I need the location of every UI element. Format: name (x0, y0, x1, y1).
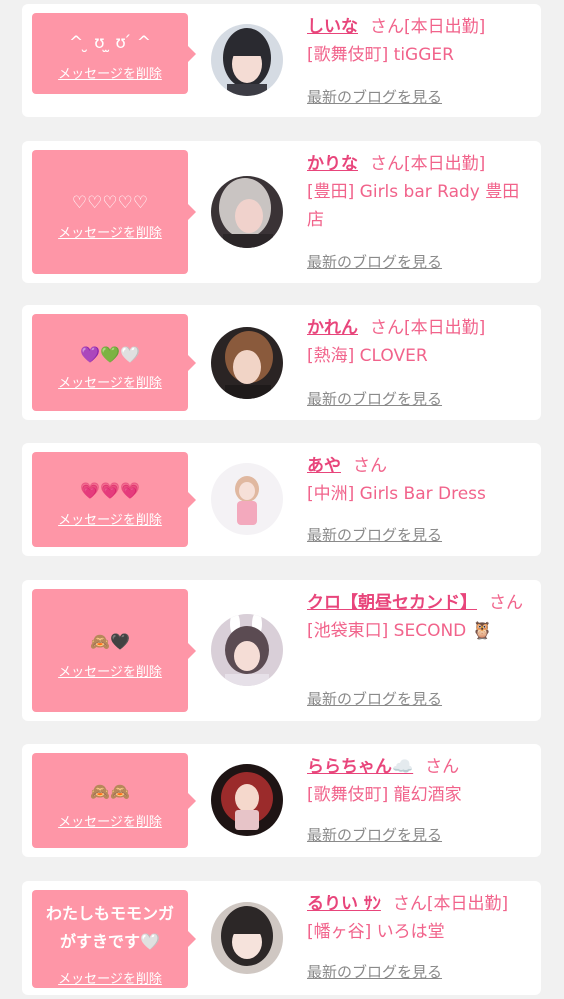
message-text: 🙈🙈 (90, 782, 130, 801)
message-text: ^ ̮ ʊ ̫ ʊ ́ ^ (69, 33, 151, 53)
avatar[interactable] (211, 176, 283, 248)
latest-blog-link[interactable]: 最新のブログを見る (307, 961, 442, 982)
delete-message-link[interactable]: メッセージを削除 (32, 661, 188, 680)
cast-name-link[interactable]: かれん (307, 318, 358, 338)
status-label: [本日出勤] (426, 894, 509, 914)
delete-message-link[interactable]: メッセージを削除 (32, 811, 188, 830)
shop-name: CLOVER (359, 346, 428, 366)
message-bubble: 💜💚🤍 メッセージを削除 (32, 314, 196, 411)
area-label: [池袋東口] (307, 621, 389, 641)
honorific: さん (370, 17, 404, 37)
status-label: [本日出勤] (404, 154, 486, 174)
status-label: [本日出勤] (404, 318, 486, 338)
delete-message-link[interactable]: メッセージを削除 (32, 509, 188, 528)
area-label: [幡ヶ谷] (307, 922, 372, 942)
shop-name: tiGGER (393, 45, 454, 65)
message-text: 💗💗💗 (80, 481, 140, 500)
cast-info: クロ【朝昼セカンド】 さん [池袋東口] SECOND 🦉 (307, 589, 533, 645)
honorific: さん (370, 154, 404, 174)
latest-blog-link[interactable]: 最新のブログを見る (307, 688, 442, 709)
honorific: さん (489, 593, 523, 613)
delete-message-link[interactable]: メッセージを削除 (32, 222, 188, 241)
latest-blog-link[interactable]: 最新のブログを見る (307, 86, 442, 107)
honorific: さん (392, 894, 427, 914)
area-label: [豊田] (307, 182, 355, 202)
message-bubble: 💗💗💗 メッセージを削除 (32, 452, 196, 547)
message-card: 💜💚🤍 メッセージを削除 かれん さん[本日出勤] [熱海] CLOVER 最新の… (22, 305, 541, 420)
avatar[interactable] (211, 902, 283, 974)
cast-info: かれん さん[本日出勤] [熱海] CLOVER (307, 314, 533, 370)
cast-info: しいな さん[本日出勤] [歌舞伎町] tiGGER (307, 13, 533, 69)
cast-name-link[interactable]: るりい ｻﾝ (307, 894, 381, 914)
cast-name-link[interactable]: かりな (307, 154, 358, 174)
message-text: わたしもモモンガがすきです🤍 (45, 904, 174, 951)
cast-name-link[interactable]: あや (307, 456, 341, 476)
message-card: 🙈🙈 メッセージを削除 ららちゃん☁️ さん [歌舞伎町] 龍幻酒家 最新のブログ… (22, 744, 541, 857)
cast-info: ららちゃん☁️ さん [歌舞伎町] 龍幻酒家 (307, 753, 533, 809)
cast-name-link[interactable]: クロ【朝昼セカンド】 (307, 593, 477, 613)
message-bubble: 🙈🙈 メッセージを削除 (32, 753, 196, 848)
latest-blog-link[interactable]: 最新のブログを見る (307, 388, 442, 409)
message-bubble: ♡♡♡♡♡ メッセージを削除 (32, 150, 196, 274)
avatar[interactable] (211, 463, 283, 535)
shop-name: 龍幻酒家 (393, 785, 462, 805)
avatar[interactable] (211, 327, 283, 399)
message-card: 💗💗💗 メッセージを削除 あや さん [中洲] Girls Bar Dress 最… (22, 443, 541, 556)
message-bubble: 🙈🖤 メッセージを削除 (32, 589, 196, 712)
cast-name-link[interactable]: ららちゃん☁️ (307, 757, 413, 777)
message-text: 💜💚🤍 (80, 345, 140, 364)
shop-name: Girls Bar Dress (359, 484, 486, 504)
message-card: ^ ̮ ʊ ̫ ʊ ́ ^ メッセージを削除 しいな さん[本日出勤] [歌舞伎町… (22, 4, 541, 117)
delete-message-link[interactable]: メッセージを削除 (32, 63, 188, 82)
honorific: さん (370, 318, 404, 338)
honorific: さん (353, 456, 387, 476)
honorific: さん (425, 757, 460, 777)
message-card: 🙈🖤 メッセージを削除 クロ【朝昼セカンド】 さん [池袋東口] SECOND 🦉… (22, 580, 541, 721)
shop-name: いろは堂 (376, 922, 445, 942)
area-label: [熱海] (307, 346, 355, 366)
status-label: [本日出勤] (404, 17, 486, 37)
cast-info: あや さん [中洲] Girls Bar Dress (307, 452, 533, 508)
area-label: [中洲] (307, 484, 355, 504)
message-text: ♡♡♡♡♡ (71, 193, 149, 213)
latest-blog-link[interactable]: 最新のブログを見る (307, 251, 442, 272)
shop-name: SECOND 🦉 (393, 621, 493, 641)
latest-blog-link[interactable]: 最新のブログを見る (307, 824, 442, 845)
message-bubble: わたしもモモンガがすきです🤍 メッセージを削除 (32, 890, 196, 988)
message-bubble: ^ ̮ ʊ ̫ ʊ ́ ^ メッセージを削除 (32, 13, 196, 94)
message-card: ♡♡♡♡♡ メッセージを削除 かりな さん[本日出勤] [豊田] Girls ba… (22, 141, 541, 283)
message-text: 🙈🖤 (90, 632, 130, 651)
cast-info: かりな さん[本日出勤] [豊田] Girls bar Rady 豊田店 (307, 150, 533, 234)
cast-info: るりい ｻﾝ さん[本日出勤] [幡ヶ谷] いろは堂 (307, 890, 533, 946)
message-card: わたしもモモンガがすきです🤍 メッセージを削除 るりい ｻﾝ さん[本日出勤] [… (22, 881, 541, 995)
latest-blog-link[interactable]: 最新のブログを見る (307, 524, 442, 545)
delete-message-link[interactable]: メッセージを削除 (32, 968, 188, 987)
delete-message-link[interactable]: メッセージを削除 (32, 372, 188, 391)
avatar[interactable] (211, 24, 283, 96)
avatar[interactable] (211, 764, 283, 836)
area-label: [歌舞伎町] (307, 45, 389, 65)
cast-name-link[interactable]: しいな (307, 17, 358, 37)
area-label: [歌舞伎町] (307, 785, 389, 805)
avatar[interactable] (211, 614, 283, 686)
